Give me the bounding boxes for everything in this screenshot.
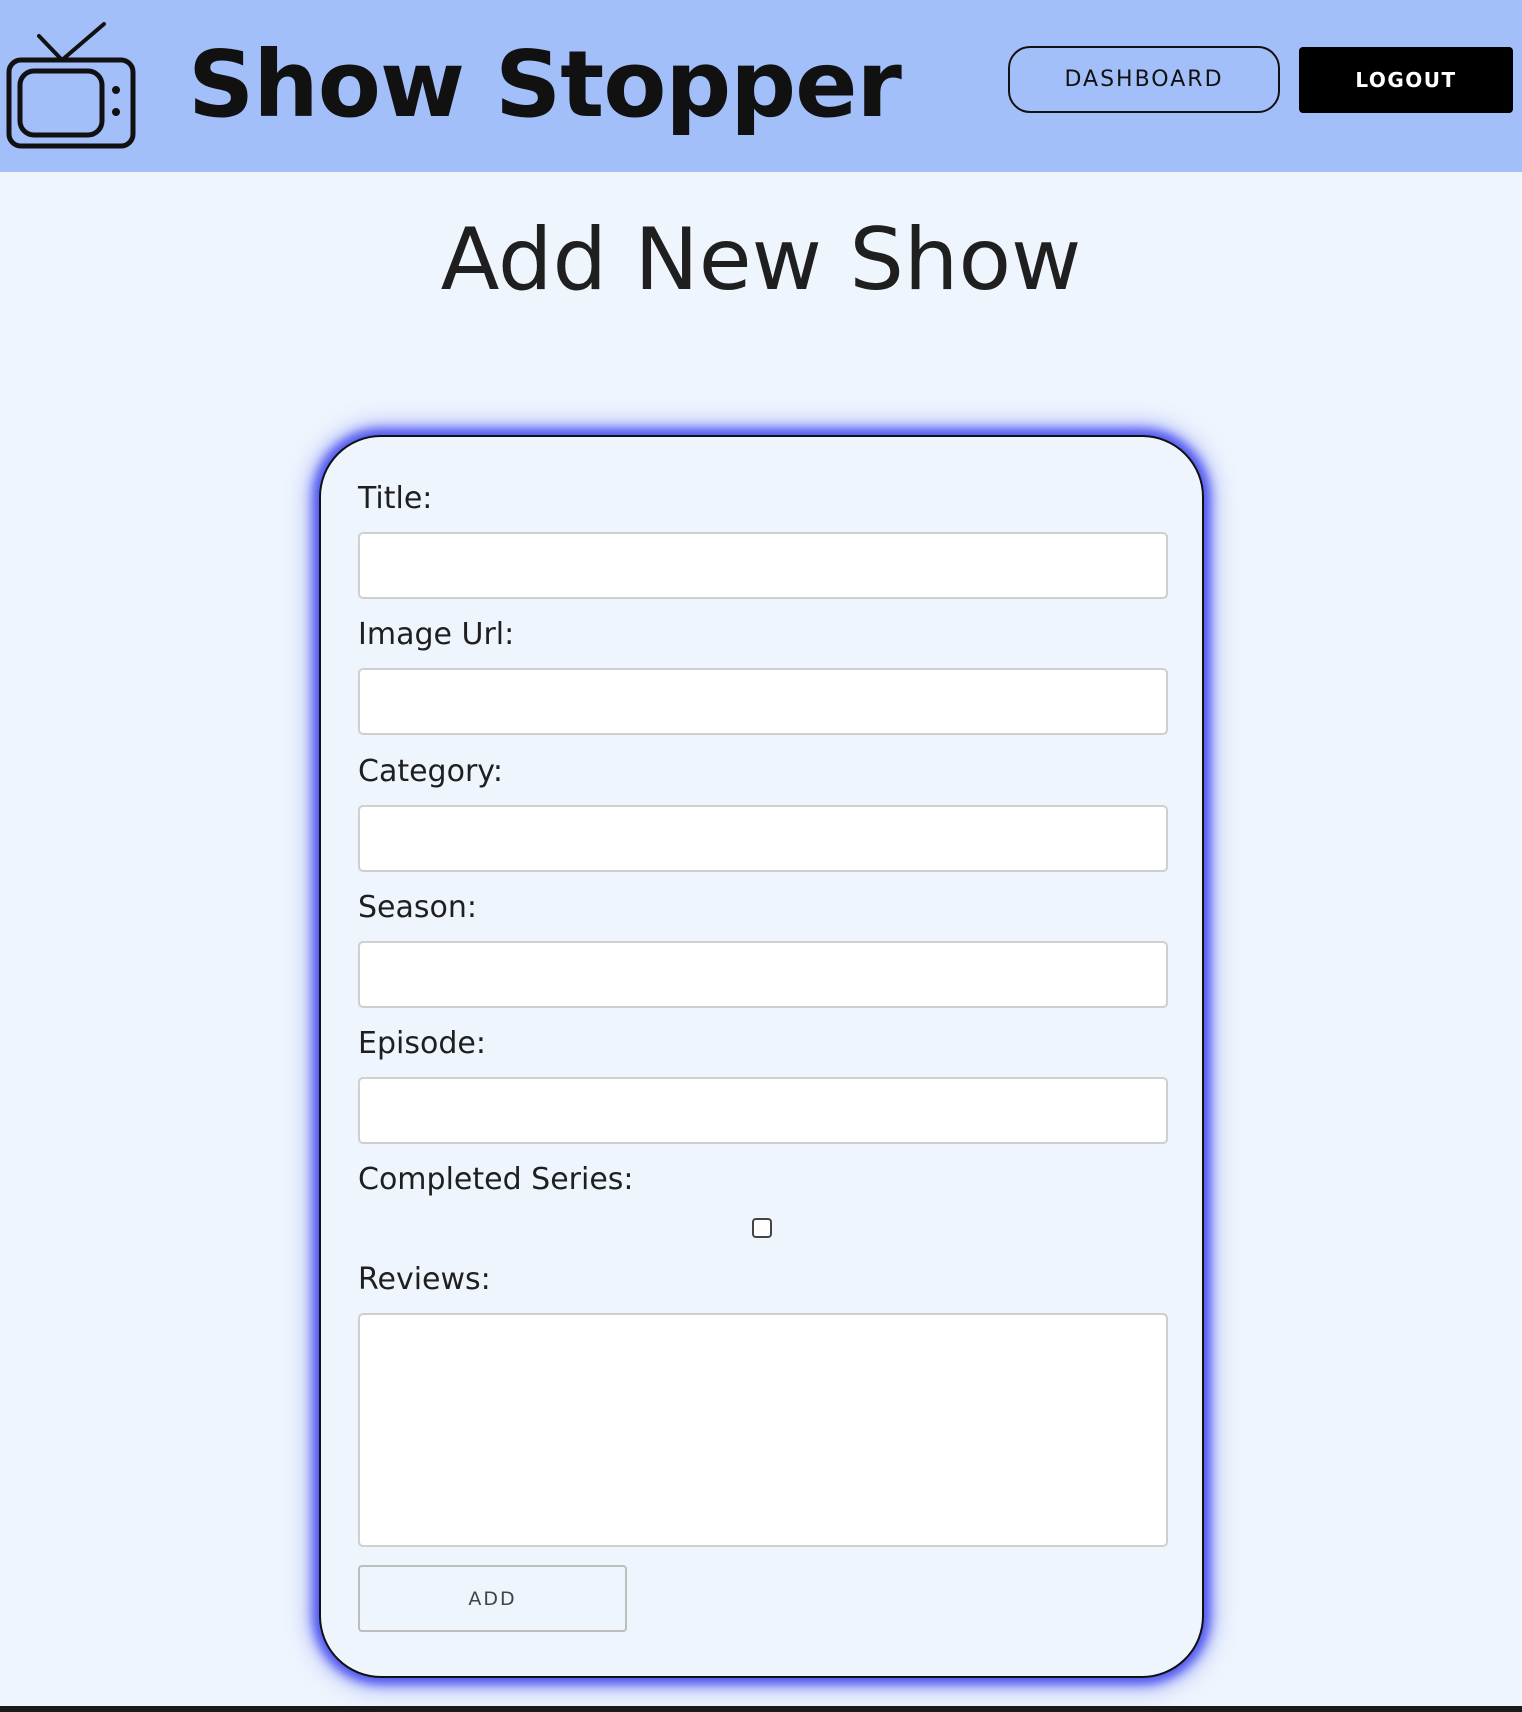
image-url-input[interactable] <box>358 668 1168 735</box>
title-label: Title: <box>358 481 433 516</box>
season-label: Season: <box>358 890 477 925</box>
completed-series-checkbox[interactable] <box>752 1218 772 1238</box>
episode-input[interactable] <box>358 1077 1168 1144</box>
window-bottom-edge <box>0 1706 1522 1712</box>
category-label: Category: <box>358 754 503 789</box>
episode-label: Episode: <box>358 1026 486 1061</box>
completed-series-label: Completed Series: <box>358 1162 634 1197</box>
brand-title: Show Stopper <box>188 31 902 138</box>
title-input[interactable] <box>358 532 1168 599</box>
logout-button[interactable]: LOGOUT <box>1299 47 1513 113</box>
category-input[interactable] <box>358 805 1168 872</box>
image-url-label: Image Url: <box>358 617 515 652</box>
tv-icon <box>6 22 136 149</box>
dashboard-button[interactable]: DASHBOARD <box>1008 46 1280 113</box>
page-title: Add New Show <box>440 210 1082 310</box>
add-show-form: Title: Image Url: Category: Season: Epis… <box>319 435 1204 1678</box>
reviews-label: Reviews: <box>358 1262 491 1297</box>
season-input[interactable] <box>358 941 1168 1008</box>
add-button[interactable]: ADD <box>358 1565 627 1632</box>
top-navbar: Show Stopper DASHBOARD LOGOUT <box>0 0 1522 172</box>
reviews-textarea[interactable] <box>358 1313 1168 1547</box>
